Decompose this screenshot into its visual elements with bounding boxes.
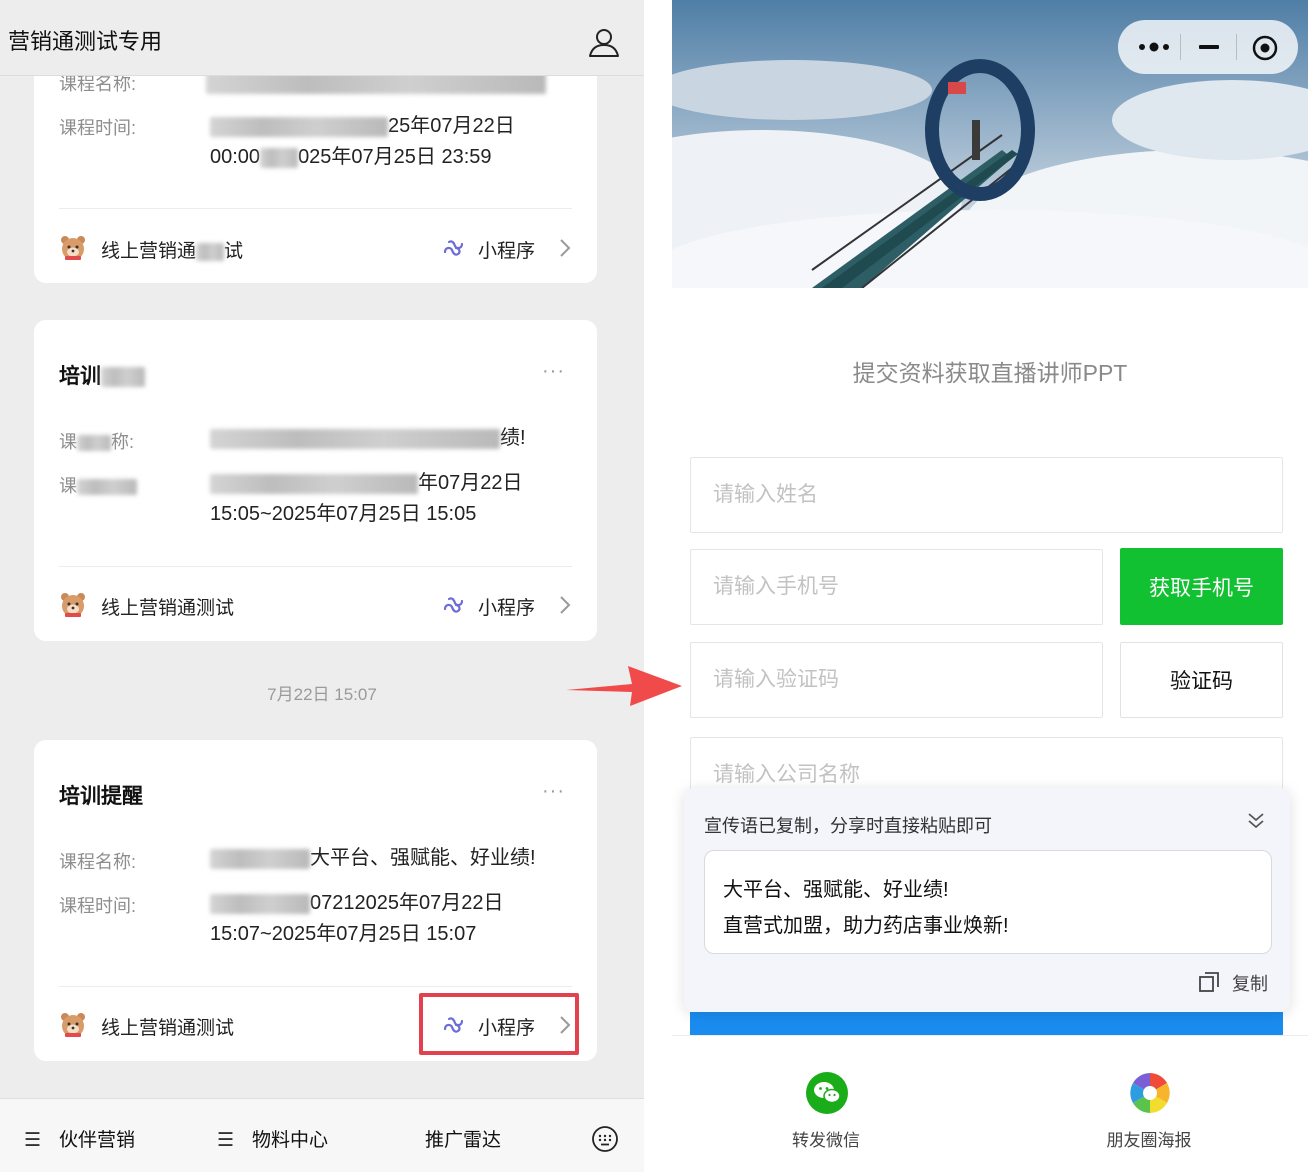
share-bar: 转发微信 朋友圈海报 — [672, 1035, 1308, 1172]
card-footer[interactable]: 线上营销通试 小程序 — [59, 228, 572, 268]
slogan-copied-popup: 宣传语已复制，分享时直接粘贴即可 大平台、强赋能、好业绩! 直营式加盟，助力药店… — [684, 788, 1290, 1012]
tab-promotion-radar[interactable]: 推广雷达 — [425, 1125, 501, 1152]
course-name-label: 课程名称: — [59, 852, 137, 872]
card-footer[interactable]: 线上营销通测试 小程序 — [59, 585, 572, 625]
tab-material-center[interactable]: ☰ 物料中心 — [217, 1125, 328, 1152]
course-name-value: 绩! — [210, 423, 526, 454]
tab-partner-marketing[interactable]: ☰ 伙伴营销 — [24, 1125, 135, 1152]
redacted-time-start — [210, 893, 310, 914]
chevron-right-icon — [560, 239, 571, 257]
bottom-menu-bar: ☰ 伙伴营销 ☰ 物料中心 推广雷达 — [0, 1098, 644, 1172]
chat-pane: 营销通测试专用 课程名称: 课程时间: 25年07月22日 00:00 025年0… — [0, 0, 644, 1172]
share-wechat-button[interactable]: 转发微信 — [756, 1072, 896, 1162]
copy-label: 复制 — [1232, 974, 1268, 994]
mini-program-highlight — [419, 993, 579, 1055]
verification-code-input[interactable] — [690, 642, 1103, 718]
mini-program-capsule — [1118, 20, 1298, 74]
menu-icon: ☰ — [217, 1130, 235, 1151]
share-moments-label: 朋友圈海报 — [1106, 1131, 1192, 1150]
slogan-line-2: 直营式加盟，助力药店事业焕新! — [723, 915, 1009, 937]
app-name: 线上营销通测试 — [101, 1018, 235, 1039]
course-time-line1: 25年07月22日 — [210, 111, 515, 142]
slogan-line-1: 大平台、强赋能、好业绩! — [723, 879, 949, 901]
copy-button[interactable]: 复制 — [1198, 968, 1272, 996]
app-name: 线上营销通试 — [101, 241, 244, 262]
course-time-line1: 07212025年07月22日 — [210, 888, 503, 919]
app-name: 线上营销通测试 — [101, 598, 235, 619]
name-input[interactable] — [690, 457, 1283, 533]
redacted-title — [101, 367, 145, 388]
course-name-value: 大平台、强赋能、好业绩! — [210, 843, 536, 874]
redacted-time-mid — [260, 147, 299, 168]
course-time-line2: 15:05~2025年07月25日 15:05 — [210, 503, 477, 525]
minimize-icon[interactable] — [1196, 35, 1222, 59]
send-code-button[interactable]: 验证码 — [1120, 642, 1283, 718]
chat-header: 营销通测试专用 — [0, 0, 644, 76]
card-title: 培训 — [59, 360, 145, 390]
redacted-course-name — [210, 848, 310, 869]
card-title: 培训提醒 — [59, 785, 143, 808]
course-time-line2: 15:07~2025年07月25日 15:07 — [210, 923, 477, 945]
card-divider — [59, 986, 572, 987]
wechat-icon — [806, 1072, 848, 1114]
mini-program-link[interactable]: 小程序 — [442, 589, 572, 621]
get-phone-button[interactable]: 获取手机号 — [1120, 548, 1283, 625]
redacted-app-name — [196, 242, 225, 261]
copy-icon — [1199, 972, 1219, 992]
slogan-text-box: 大平台、强赋能、好业绩! 直营式加盟，助力药店事业焕新! — [704, 850, 1272, 954]
capsule-divider — [1180, 34, 1181, 60]
share-moments-button[interactable]: 朋友圈海报 — [1079, 1072, 1219, 1162]
chat-title: 营销通测试专用 — [8, 29, 163, 54]
arrow-right-icon — [566, 666, 682, 706]
share-wechat-label: 转发微信 — [792, 1131, 860, 1150]
course-time-label: 课程时间: — [59, 118, 137, 138]
course-time-line1: 年07月22日 — [210, 468, 523, 499]
mini-program-label: 小程序 — [478, 598, 536, 619]
phone-input[interactable] — [690, 549, 1103, 625]
course-time-label: 课程时间: — [59, 896, 137, 916]
bear-avatar-icon — [61, 236, 85, 260]
close-target-icon[interactable] — [1250, 33, 1280, 63]
course-time-label: 课 — [59, 472, 137, 498]
mini-program-label: 小程序 — [478, 241, 536, 262]
popup-header: 宣传语已复制，分享时直接粘贴即可 — [704, 816, 992, 836]
redacted-course-name — [210, 428, 500, 449]
mini-program-link[interactable]: 小程序 — [442, 232, 572, 264]
capsule-divider — [1236, 34, 1237, 60]
redacted-time-start — [210, 116, 388, 137]
menu-icon: ☰ — [24, 1130, 42, 1151]
redacted-label — [77, 479, 137, 496]
more-dots-icon[interactable] — [1134, 35, 1174, 59]
message-timestamp: 7月22日 15:07 — [267, 685, 377, 704]
chevron-double-down-icon[interactable] — [1246, 810, 1266, 832]
mini-program-icon — [443, 240, 464, 256]
course-name-label: 课称: — [59, 432, 135, 452]
mini-program-page: 提交资料获取直播讲师PPT 获取手机号 验证码 提交 宣传语已复制，分享时直接粘… — [672, 0, 1308, 1172]
card-divider — [59, 566, 572, 567]
mini-program-icon — [443, 597, 464, 613]
card-divider — [59, 208, 572, 209]
keyboard-icon[interactable] — [591, 1125, 619, 1153]
redacted-time-start — [210, 473, 418, 494]
more-options-icon[interactable]: ··· — [542, 780, 565, 803]
training-card-2: 培训 ··· 课称: 绩! 课 年07月22日 15:05~2025年07月25… — [34, 320, 597, 641]
moments-icon — [1130, 1073, 1170, 1113]
chevron-right-icon — [560, 596, 571, 614]
more-options-icon[interactable]: ··· — [542, 360, 565, 383]
redacted-label — [77, 435, 111, 452]
course-time-line2: 00:00 025年07月25日 23:59 — [210, 146, 492, 168]
bear-avatar-icon — [61, 1013, 85, 1037]
user-profile-icon[interactable] — [586, 24, 622, 60]
bear-avatar-icon — [61, 593, 85, 617]
form-title: 提交资料获取直播讲师PPT — [852, 360, 1128, 386]
